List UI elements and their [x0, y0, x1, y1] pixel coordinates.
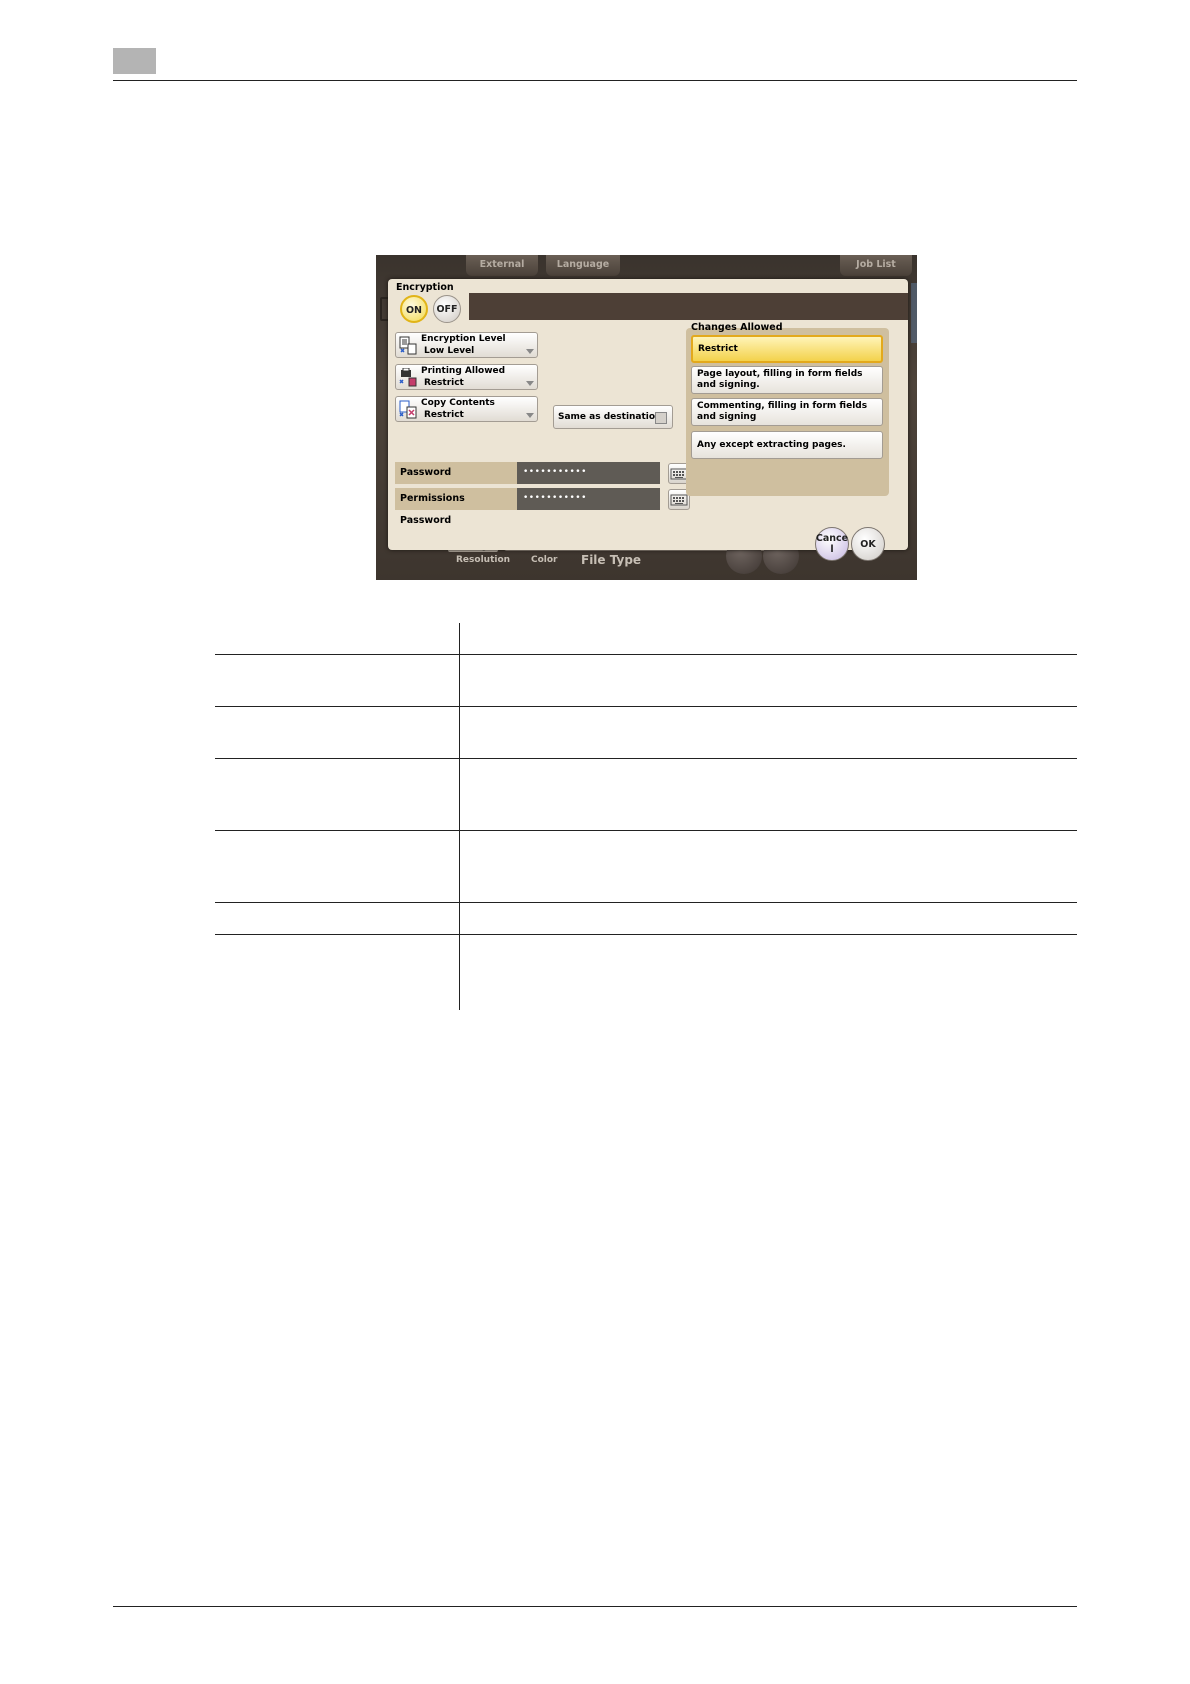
permissions-password-field[interactable]: •••••••••••: [517, 488, 660, 510]
same-as-destination-label: Same as destination: [558, 412, 662, 422]
table-row-divider: [215, 934, 1077, 935]
dialog-title: Encryption: [396, 282, 454, 293]
table-row-divider: [215, 706, 1077, 707]
encryption-on-toggle[interactable]: ON: [400, 295, 428, 323]
table-row-divider: [215, 758, 1077, 759]
encryption-level-icon: [399, 336, 417, 355]
tab-external-apps[interactable]: External Apps: [466, 255, 538, 290]
chevron-down-icon: [526, 381, 534, 386]
ok-button[interactable]: OK: [851, 527, 885, 561]
chevron-down-icon: [526, 349, 534, 354]
printing-allowed-icon: [399, 368, 417, 387]
background-file-type-label: File Type: [581, 553, 642, 567]
same-as-destination-button[interactable]: Same as destination: [553, 405, 673, 429]
tab-language[interactable]: Language: [546, 255, 620, 276]
printing-allowed-value: Restrict: [424, 378, 464, 388]
table-row-divider: [215, 902, 1077, 903]
copy-contents-button[interactable]: Copy Contents Restrict: [395, 396, 538, 422]
printing-allowed-label: Printing Allowed: [421, 366, 506, 376]
copy-contents-icon: [399, 400, 417, 419]
dialog-header-band: [469, 293, 908, 320]
encryption-off-toggle[interactable]: OFF: [433, 295, 461, 323]
encryption-level-value: Low Level: [424, 346, 475, 356]
cancel-button[interactable]: Cance l: [815, 527, 849, 561]
changes-allowed-panel: Changes Allowed Restrict Page layout, fi…: [686, 322, 889, 496]
changes-allowed-title: Changes Allowed: [691, 322, 783, 333]
changes-option-restrict[interactable]: Restrict: [691, 335, 883, 363]
password-label: Password: [395, 462, 517, 484]
table-row-divider: [215, 830, 1077, 831]
tab-job-list[interactable]: Job List: [840, 255, 912, 276]
background-strip: [911, 283, 917, 343]
table-row-divider: [215, 654, 1077, 655]
encryption-dialog: Encryption ON OFF Encryption Level Low L…: [388, 279, 908, 550]
permissions-password-label: Permissions Password: [395, 488, 517, 526]
changes-option-page-layout[interactable]: Page layout, filling in form fields and …: [691, 366, 883, 394]
chevron-down-icon: [526, 413, 534, 418]
printing-allowed-button[interactable]: Printing Allowed Restrict: [395, 364, 538, 390]
background-color-label: Color: [531, 555, 558, 565]
chapter-tab: [113, 48, 156, 74]
table-column-divider: [459, 623, 460, 1010]
copy-contents-value: Restrict: [424, 410, 464, 420]
copy-contents-label: Copy Contents: [421, 398, 495, 408]
changes-option-commenting[interactable]: Commenting, filling in form fields and s…: [691, 398, 883, 426]
changes-option-any-except-extracting[interactable]: Any except extracting pages.: [691, 431, 883, 459]
encryption-level-label: Encryption Level: [421, 334, 506, 344]
password-field[interactable]: •••••••••••: [517, 462, 660, 484]
same-as-destination-checkbox[interactable]: [655, 412, 667, 424]
footer-rule: [113, 1606, 1077, 1607]
encryption-level-button[interactable]: Encryption Level Low Level: [395, 332, 538, 358]
encryption-screenshot: External Apps Language Job List Saving R…: [376, 255, 917, 580]
header-rule: [113, 80, 1077, 81]
background-resolution-label: Resolution: [456, 555, 511, 565]
